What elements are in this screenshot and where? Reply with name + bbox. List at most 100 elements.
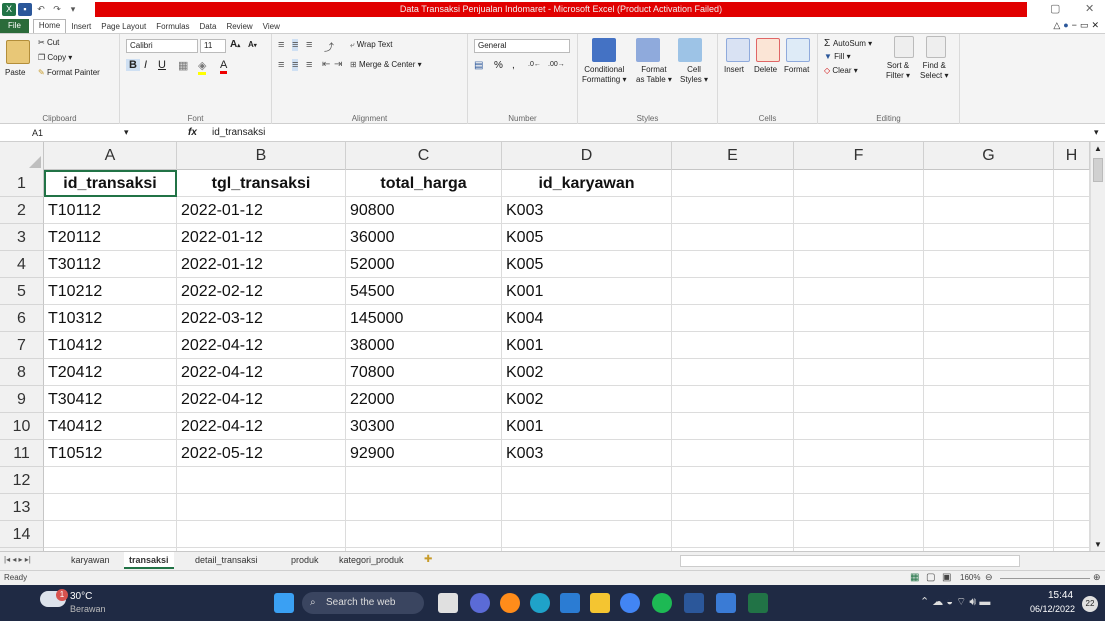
paste-button[interactable]: Paste [5, 68, 25, 77]
minimize-ribbon-icon[interactable]: △ [1053, 20, 1060, 31]
cell-h12[interactable] [1054, 467, 1090, 494]
cell-h6[interactable] [1054, 305, 1090, 332]
decrease-decimal-icon[interactable]: .00→ [548, 61, 565, 68]
cell-a9[interactable]: T30412 [44, 386, 177, 413]
cell-a5[interactable]: T10212 [44, 278, 177, 305]
cell-b6[interactable]: 2022-03-12 [177, 305, 346, 332]
cell-a14[interactable] [44, 521, 177, 548]
cell-e7[interactable] [672, 332, 794, 359]
row-header-10[interactable]: 10 [0, 413, 44, 440]
cell-d12[interactable] [502, 467, 672, 494]
sheet-nav-icons[interactable]: |◂ ◂ ▸ ▸| [4, 555, 31, 564]
cell-d14[interactable] [502, 521, 672, 548]
cell-b10[interactable]: 2022-04-12 [177, 413, 346, 440]
taskbar-search[interactable]: ⌕ Search the web [302, 592, 424, 614]
cell-e6[interactable] [672, 305, 794, 332]
cell-g3[interactable] [924, 224, 1054, 251]
task-view-icon[interactable] [438, 593, 458, 613]
zoom-level[interactable]: 160% [960, 573, 980, 582]
cell-h4[interactable] [1054, 251, 1090, 278]
cell-b12[interactable] [177, 467, 346, 494]
row-header-6[interactable]: 6 [0, 305, 44, 332]
autosum-button[interactable]: Σ AutoSum ▾ [824, 38, 872, 49]
mail-icon[interactable] [560, 593, 580, 613]
cell-a8[interactable]: T20412 [44, 359, 177, 386]
italic-button[interactable]: I [144, 59, 147, 71]
cell-d4[interactable]: K005 [502, 251, 672, 278]
decrease-indent-icon[interactable]: ⇤ [322, 59, 330, 70]
cell-f5[interactable] [794, 278, 924, 305]
cell-b4[interactable]: 2022-01-12 [177, 251, 346, 278]
orientation-icon[interactable]: ⤴ [324, 39, 334, 54]
cell-e13[interactable] [672, 494, 794, 521]
horizontal-scrollbar[interactable] [680, 555, 1020, 567]
increase-indent-icon[interactable]: ⇥ [334, 59, 342, 70]
underline-button[interactable]: U [158, 59, 166, 71]
copy-button[interactable]: ❐ Copy ▾ [38, 53, 72, 62]
align-right-icon[interactable]: ≡ [306, 59, 312, 71]
tab-review[interactable]: Review [221, 22, 257, 31]
row-header-11[interactable]: 11 [0, 440, 44, 467]
shrink-font-button[interactable]: A▾ [248, 40, 257, 49]
clear-button[interactable]: ◇ Clear ▾ [824, 66, 858, 75]
format-painter-button[interactable]: ✎ Format Painter [38, 68, 100, 77]
comma-button[interactable]: , [512, 60, 515, 71]
delete-button[interactable]: Delete [754, 65, 777, 74]
customize-toolbar-icon[interactable]: ▾ [66, 3, 80, 16]
cell-d10[interactable]: K001 [502, 413, 672, 440]
align-top-icon[interactable]: ≡ [278, 39, 284, 51]
cell-d9[interactable]: K002 [502, 386, 672, 413]
cell-e2[interactable] [672, 197, 794, 224]
cell-d13[interactable] [502, 494, 672, 521]
fill-color-icon[interactable]: ◈ [198, 59, 207, 75]
cell-a2[interactable]: T10112 [44, 197, 177, 224]
normal-view-icon[interactable]: ▦ [910, 572, 919, 583]
sort-filter-button[interactable]: Sort & Filter ▾ [886, 61, 910, 81]
cell-g1[interactable] [924, 170, 1054, 197]
firefox-icon[interactable] [500, 593, 520, 613]
cell-f3[interactable] [794, 224, 924, 251]
align-left-icon[interactable]: ≡ [278, 59, 284, 71]
format-button[interactable]: Format [784, 65, 809, 74]
delete-cells-icon[interactable] [756, 38, 780, 62]
align-center-icon[interactable]: ≡ [292, 59, 299, 71]
notification-badge[interactable]: 22 [1082, 596, 1098, 612]
cell-g2[interactable] [924, 197, 1054, 224]
cell-a7[interactable]: T10412 [44, 332, 177, 359]
row-header-9[interactable]: 9 [0, 386, 44, 413]
cell-e11[interactable] [672, 440, 794, 467]
cell-b5[interactable]: 2022-02-12 [177, 278, 346, 305]
cell-f13[interactable] [794, 494, 924, 521]
cell-c8[interactable]: 70800 [346, 359, 502, 386]
cell-b11[interactable]: 2022-05-12 [177, 440, 346, 467]
cell-d5[interactable]: K001 [502, 278, 672, 305]
font-size-select[interactable]: 11 [200, 39, 226, 53]
fill-button[interactable]: ▼ Fill ▾ [824, 52, 851, 61]
tab-insert[interactable]: Insert [66, 22, 96, 31]
conditional-formatting-button[interactable]: Conditional Formatting ▾ [582, 65, 626, 85]
sort-filter-icon[interactable] [894, 36, 914, 58]
cell-g11[interactable] [924, 440, 1054, 467]
cell-h9[interactable] [1054, 386, 1090, 413]
insert-cells-icon[interactable] [726, 38, 750, 62]
tab-view[interactable]: View [258, 22, 285, 31]
cell-a12[interactable] [44, 467, 177, 494]
row-header-5[interactable]: 5 [0, 278, 44, 305]
cell-d6[interactable]: K004 [502, 305, 672, 332]
cell-e5[interactable] [672, 278, 794, 305]
cell-h8[interactable] [1054, 359, 1090, 386]
select-all-button[interactable] [0, 142, 44, 170]
cell-g5[interactable] [924, 278, 1054, 305]
undo-icon[interactable]: ↶ [34, 3, 48, 16]
cell-a1[interactable]: id_transaksi [44, 170, 177, 197]
vertical-scrollbar[interactable]: ▲ ▼ [1090, 142, 1105, 551]
cell-e9[interactable] [672, 386, 794, 413]
cell-c12[interactable] [346, 467, 502, 494]
align-bottom-icon[interactable]: ≡ [306, 39, 312, 51]
column-header-a[interactable]: A [44, 142, 177, 170]
cell-e10[interactable] [672, 413, 794, 440]
cell-g4[interactable] [924, 251, 1054, 278]
row-header-3[interactable]: 3 [0, 224, 44, 251]
merge-center-button[interactable]: ⊞ Merge & Center ▾ [350, 60, 422, 69]
window-close-icon[interactable]: ✕ [1091, 20, 1099, 31]
